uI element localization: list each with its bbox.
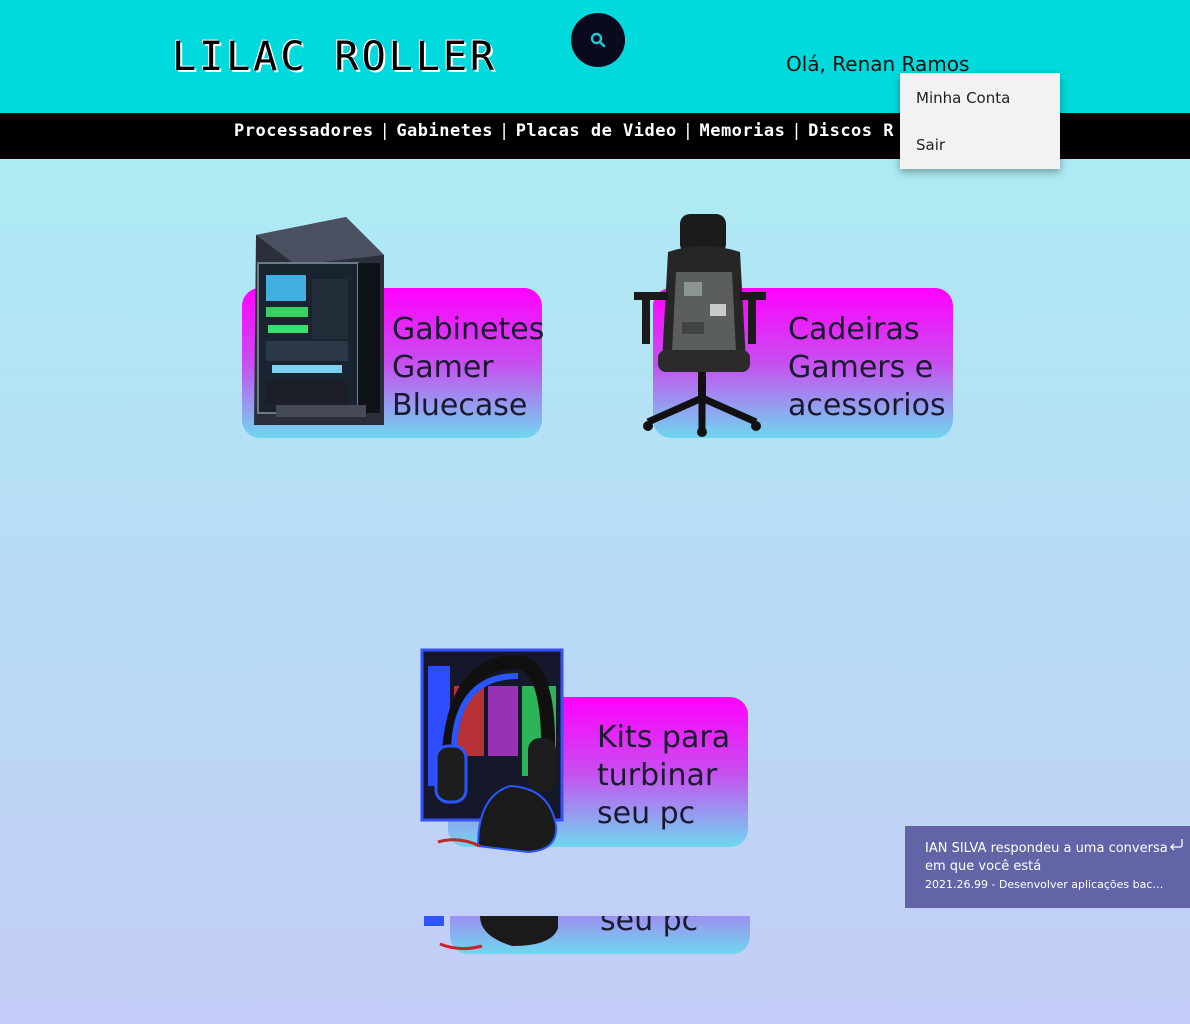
nav-item-gabinetes[interactable]: Gabinetes	[396, 121, 493, 141]
card-title-line: Cadeiras	[788, 312, 920, 347]
nav-separator: |	[379, 121, 391, 141]
card-title-line: Gabinetes	[392, 312, 545, 347]
card-title-line: seu pc	[600, 916, 699, 938]
nav-list: Processadores | Gabinetes | Placas de Video |…	[234, 121, 894, 141]
card-title-line: acessorios	[788, 388, 946, 423]
nav-separator: |	[682, 121, 694, 141]
search-icon	[590, 32, 606, 48]
menu-item-sair[interactable]: Sair	[916, 136, 945, 154]
card-reflection: seu pc	[420, 916, 752, 956]
headset-kit-image	[424, 916, 558, 951]
nav-item-processadores[interactable]: Processadores	[234, 121, 374, 141]
card-title-line: Gamers e	[788, 350, 934, 385]
site-logo[interactable]: LILAC ROLLER	[172, 34, 497, 80]
pc-case-image	[254, 217, 384, 425]
notification-subtitle: 2021.26.99 - Desenvolver aplicações back…	[925, 878, 1165, 891]
nav-separator: |	[791, 121, 803, 141]
reply-icon[interactable]	[1168, 838, 1184, 852]
user-dropdown-menu: Minha Conta Sair	[900, 73, 1060, 169]
headset-kit-image	[420, 648, 564, 854]
nav-item-placas-de-video[interactable]: Placas de Video	[516, 121, 677, 141]
menu-item-minha-conta[interactable]: Minha Conta	[916, 89, 1010, 107]
card-title-line: Gamer	[392, 350, 494, 385]
chat-notification[interactable]: IAN SILVA respondeu a uma conversa em qu…	[905, 826, 1190, 908]
nav-item-memorias[interactable]: Memorias	[699, 121, 785, 141]
card-title-line: Kits para	[597, 720, 731, 755]
card-title-line: turbinar	[597, 758, 718, 793]
card-title-line: Bluecase	[392, 388, 528, 423]
card-title: Gabinetes Gamer Bluecase	[392, 311, 544, 425]
search-button[interactable]	[571, 13, 625, 67]
nav-separator: |	[498, 121, 510, 141]
card-title: Kits para turbinar seu pc	[597, 719, 730, 833]
notification-title: IAN SILVA respondeu a uma conversa em qu…	[925, 841, 1168, 874]
card-title: Cadeiras Gamers e acessorios	[788, 311, 946, 425]
card-title-line: seu pc	[597, 796, 696, 831]
nav-item-discos[interactable]: Discos R	[808, 121, 894, 141]
gaming-chair-image	[634, 214, 766, 437]
